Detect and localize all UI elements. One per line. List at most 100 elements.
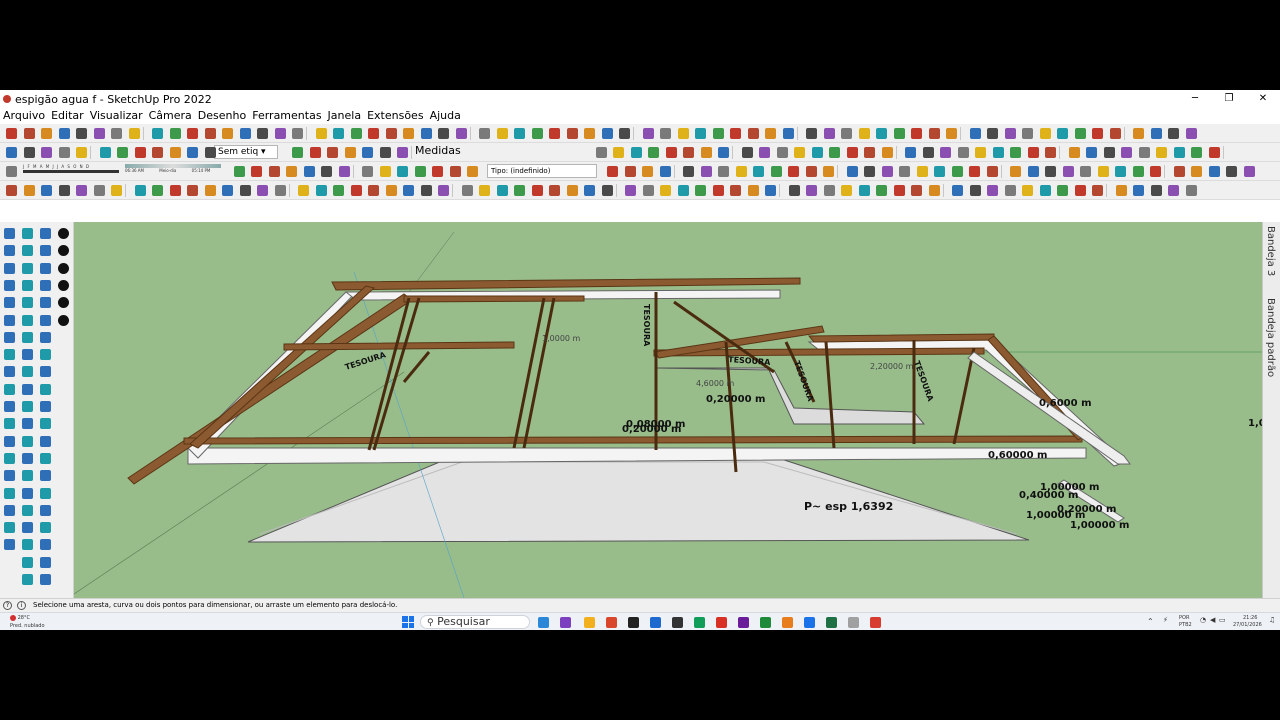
toolbar-tool-icon[interactable] bbox=[1173, 147, 1185, 158]
toolbar-tool-icon[interactable] bbox=[805, 166, 817, 177]
toolbar-tool-icon[interactable] bbox=[624, 166, 636, 177]
toolbar-tool-icon[interactable] bbox=[403, 185, 414, 196]
taskbar-app-icon[interactable] bbox=[672, 617, 683, 628]
toolbar-tool-icon[interactable] bbox=[350, 185, 362, 196]
toolbar-tool-icon[interactable] bbox=[1103, 147, 1115, 158]
wifi-icon[interactable]: ◔ bbox=[1200, 616, 1206, 624]
drawing-tool-icon[interactable] bbox=[22, 279, 33, 291]
toolbar-tool-icon[interactable] bbox=[467, 166, 478, 177]
toolbar-tool-icon[interactable] bbox=[1133, 185, 1144, 196]
toolbar-tool-icon[interactable] bbox=[233, 166, 245, 177]
toolbar-tool-icon[interactable] bbox=[841, 185, 852, 196]
toolbar-tool-icon[interactable] bbox=[1022, 128, 1033, 139]
toolbar-tool-icon[interactable] bbox=[368, 128, 379, 139]
toolbar-tool-icon[interactable] bbox=[549, 128, 560, 139]
toolbar-tool-icon[interactable] bbox=[309, 147, 321, 158]
toolbar-tool-icon[interactable] bbox=[531, 185, 543, 196]
toolbar-tool-icon[interactable] bbox=[951, 166, 963, 177]
drawing-tool-icon[interactable] bbox=[22, 504, 33, 516]
toolbar-tool-icon[interactable] bbox=[1062, 166, 1074, 177]
toolbar-tool-icon[interactable] bbox=[601, 185, 613, 196]
toolbar-tool-icon[interactable] bbox=[169, 185, 181, 196]
toolbar-tool-icon[interactable] bbox=[934, 166, 945, 177]
toolbar-tool-icon[interactable] bbox=[642, 185, 654, 196]
toolbar-tool-icon[interactable] bbox=[700, 166, 712, 177]
toolbar-tool-icon[interactable] bbox=[695, 185, 706, 196]
taskbar-app-icon[interactable] bbox=[782, 617, 793, 628]
toolbar-tool-icon[interactable] bbox=[187, 147, 198, 158]
toolbar-tool-icon[interactable] bbox=[1027, 166, 1039, 177]
toolbar-tool-icon[interactable] bbox=[601, 128, 613, 139]
toolbar-tool-icon[interactable] bbox=[117, 147, 128, 158]
toolbar-tool-icon[interactable] bbox=[1109, 128, 1121, 139]
toolbar-tool-icon[interactable] bbox=[1173, 166, 1185, 177]
drawing-tool-icon[interactable] bbox=[4, 435, 15, 447]
type-field[interactable]: Tipo: (indefinido) bbox=[487, 164, 597, 178]
toolbar-tool-icon[interactable] bbox=[1133, 128, 1144, 139]
toolbar-tool-icon[interactable] bbox=[858, 128, 870, 139]
toolbar-tool-icon[interactable] bbox=[514, 185, 525, 196]
toolbar-tool-icon[interactable] bbox=[41, 128, 52, 139]
clock-time[interactable]: 21:26 bbox=[1243, 615, 1257, 621]
toolbar-tool-icon[interactable] bbox=[747, 128, 759, 139]
drawing-tool-icon[interactable] bbox=[58, 245, 69, 257]
toolbar-tool-icon[interactable] bbox=[321, 166, 332, 177]
drawing-tool-icon[interactable] bbox=[4, 366, 15, 378]
minimize-button[interactable]: ─ bbox=[1178, 90, 1212, 108]
toolbar-tool-icon[interactable] bbox=[823, 185, 835, 196]
toolbar-tool-icon[interactable] bbox=[1092, 128, 1103, 139]
info-icon[interactable]: i bbox=[17, 601, 26, 610]
toolbar-tool-icon[interactable] bbox=[292, 147, 303, 158]
drawing-tool-icon[interactable] bbox=[40, 522, 51, 534]
toolbar-tool-icon[interactable] bbox=[946, 128, 957, 139]
toolbar-tool-icon[interactable] bbox=[1039, 185, 1051, 196]
toolbar-tool-icon[interactable] bbox=[642, 128, 654, 139]
toolbar-tool-icon[interactable] bbox=[1185, 128, 1197, 139]
drawing-tool-icon[interactable] bbox=[40, 470, 51, 482]
taskbar-app-icon[interactable] bbox=[538, 617, 549, 628]
toolbar-tool-icon[interactable] bbox=[1115, 166, 1126, 177]
drawing-tool-icon[interactable] bbox=[40, 504, 51, 516]
toolbar-tool-icon[interactable] bbox=[846, 147, 858, 158]
toolbar-tool-icon[interactable] bbox=[362, 166, 373, 177]
toolbar-tool-icon[interactable] bbox=[403, 128, 414, 139]
toolbar-tool-icon[interactable] bbox=[338, 166, 350, 177]
menu-ajuda[interactable]: Ajuda bbox=[427, 108, 464, 124]
drawing-tool-icon[interactable] bbox=[58, 279, 69, 291]
toolbar-tool-icon[interactable] bbox=[1156, 147, 1167, 158]
toolbar-tool-icon[interactable] bbox=[677, 185, 689, 196]
toolbar-tool-icon[interactable] bbox=[128, 128, 140, 139]
toolbar-tool-icon[interactable] bbox=[23, 147, 35, 158]
toolbar-tool-icon[interactable] bbox=[1185, 185, 1197, 196]
toolbar-tool-icon[interactable] bbox=[187, 185, 198, 196]
toolbar-tool-icon[interactable] bbox=[315, 128, 327, 139]
toolbar-tool-icon[interactable] bbox=[1243, 166, 1255, 177]
toolbar-tool-icon[interactable] bbox=[438, 128, 449, 139]
toolbar-tool-icon[interactable] bbox=[864, 147, 875, 158]
toolbar-tool-icon[interactable] bbox=[169, 147, 181, 158]
drawing-tool-icon[interactable] bbox=[40, 366, 51, 378]
toolbar-tool-icon[interactable] bbox=[1039, 128, 1051, 139]
drawing-tool-icon[interactable] bbox=[4, 401, 15, 412]
drawing-tool-icon[interactable] bbox=[22, 349, 33, 361]
toolbar-tool-icon[interactable] bbox=[333, 185, 344, 196]
toolbar-tool-icon[interactable] bbox=[613, 147, 624, 158]
toolbar-tool-icon[interactable] bbox=[1057, 128, 1068, 139]
toolbar-tool-icon[interactable] bbox=[747, 185, 759, 196]
drawing-tool-icon[interactable] bbox=[22, 539, 33, 551]
toolbar-tool-icon[interactable] bbox=[204, 128, 216, 139]
toolbar-tool-icon[interactable] bbox=[718, 166, 729, 177]
toolbar-tool-icon[interactable] bbox=[1150, 128, 1162, 139]
shadow-time-scale[interactable]: 06:36 AM Meio-dia 05:14 PM bbox=[125, 164, 221, 179]
toolbar-tool-icon[interactable] bbox=[899, 166, 910, 177]
toolbar-tool-icon[interactable] bbox=[876, 128, 887, 139]
toolbar-tool-icon[interactable] bbox=[846, 166, 858, 177]
toolbar-tool-icon[interactable] bbox=[1150, 185, 1162, 196]
toolbar-tool-icon[interactable] bbox=[134, 147, 146, 158]
tray-tab-default[interactable]: Bandeja padrão bbox=[1265, 298, 1276, 377]
start-button[interactable] bbox=[402, 616, 414, 628]
drawing-tool-icon[interactable] bbox=[4, 349, 15, 361]
toolbar-tool-icon[interactable] bbox=[794, 147, 805, 158]
drawing-tool-icon[interactable] bbox=[40, 245, 51, 257]
toolbar-tool-icon[interactable] bbox=[414, 166, 426, 177]
